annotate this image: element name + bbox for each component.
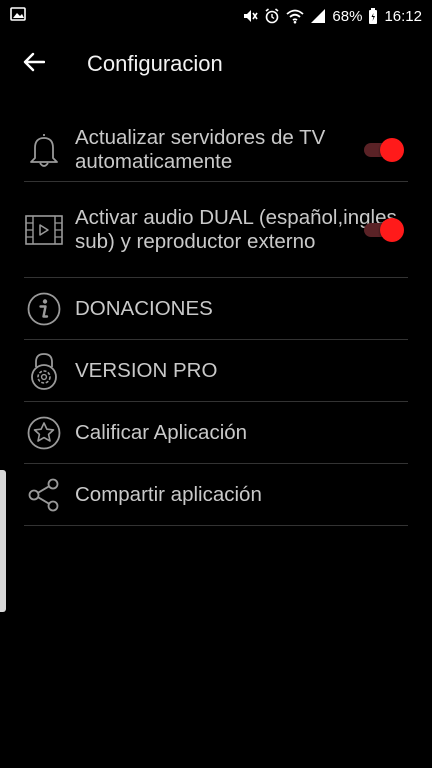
bell-icon [24,131,64,169]
back-button[interactable] [14,44,54,84]
share-icon [24,478,64,512]
edge-panel-handle[interactable] [0,470,6,612]
toggle-thumb [380,137,404,162]
battery-icon [368,8,378,24]
signal-icon [310,8,326,24]
info-icon [24,292,64,326]
menu-item-label: DONACIONES [75,296,213,320]
lock-gear-icon [24,352,64,390]
gallery-icon [10,7,26,25]
battery-percent: 68% [332,7,363,25]
star-icon [24,416,64,450]
auto-update-toggle[interactable] [364,137,404,162]
page-title: Configuracion [87,51,223,76]
setting-label: Actualizar servidores de TV automaticame… [75,125,326,173]
status-bar: 68% 16:12 [0,0,432,32]
menu-item-share-app[interactable]: Compartir aplicación [24,464,408,526]
setting-label: Activar audio DUAL (español,ingles, sub)… [75,205,403,253]
mute-icon [242,8,259,24]
alarm-icon [264,8,280,24]
arrow-left-icon [23,52,46,77]
setting-auto-update-servers[interactable]: Actualizar servidores de TV automaticame… [24,118,408,182]
dual-audio-toggle[interactable] [364,217,404,242]
toggle-thumb [380,217,404,242]
app-bar: Configuracion [0,32,432,96]
film-icon [24,214,64,245]
menu-item-label: VERSION PRO [75,358,218,382]
clock-time: 16:12 [384,7,422,25]
menu-item-label: Compartir aplicación [75,482,262,506]
menu-item-donations[interactable]: DONACIONES [24,278,408,340]
menu-item-rate-app[interactable]: Calificar Aplicación [24,402,408,464]
wifi-icon [286,8,305,24]
menu-item-label: Calificar Aplicación [75,420,248,444]
settings-list: Actualizar servidores de TV automaticame… [24,118,408,526]
setting-dual-audio[interactable]: Activar audio DUAL (español,ingles, sub)… [24,182,408,278]
menu-item-pro-version[interactable]: VERSION PRO [24,340,408,402]
